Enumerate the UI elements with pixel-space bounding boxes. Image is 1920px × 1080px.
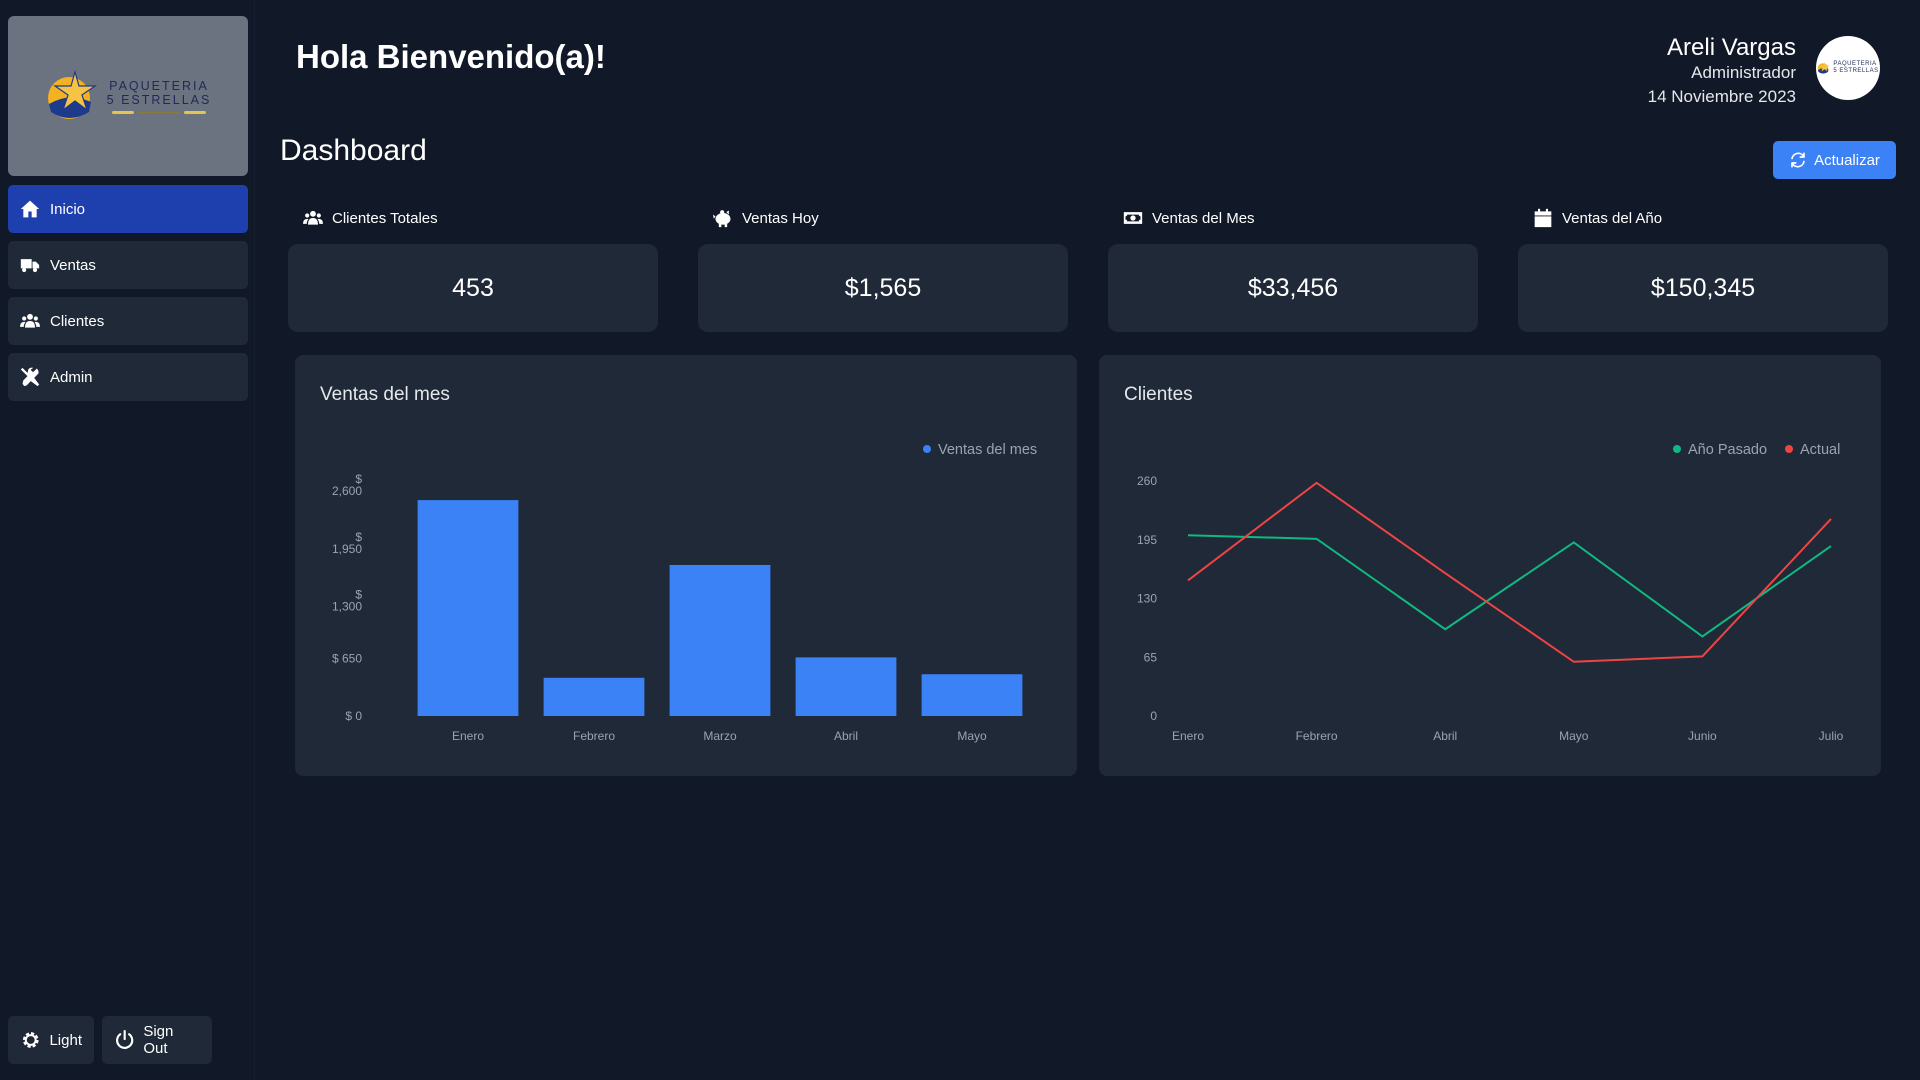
stat-label-ventas-hoy: Ventas Hoy — [713, 208, 819, 228]
avatar-logo-line1: PAQUETERIA — [1833, 61, 1877, 67]
money-bill-icon — [1123, 212, 1143, 224]
theme-toggle-button[interactable]: Light — [8, 1016, 94, 1064]
stat-label-text: Clientes Totales — [332, 209, 438, 227]
users-icon — [20, 313, 40, 328]
user-info: Areli Vargas Administrador 14 Noviembre … — [1648, 34, 1796, 110]
stat-label-ventas-del-mes: Ventas del Mes — [1123, 208, 1255, 228]
user-role: Administrador — [1691, 63, 1796, 82]
stat-value: $1,565 — [844, 273, 922, 302]
y-tick-label: 130 — [1137, 592, 1157, 606]
x-tick-label: Enero — [452, 729, 484, 743]
y-tick-label: $1,300 — [332, 588, 362, 614]
stat-label-clientes-totales: Clientes Totales — [303, 208, 438, 228]
avatar[interactable]: PAQUETERIA 5 ESTRELLAS — [1816, 36, 1880, 100]
star-logo-icon — [47, 69, 97, 119]
current-date: 14 Noviembre 2023 — [1647, 87, 1796, 106]
refresh-icon — [1791, 152, 1805, 168]
stat-card-ventas-del-mes: $33,456 — [1108, 244, 1478, 332]
sidebar-item-admin[interactable]: Admin — [8, 353, 248, 401]
sign-out-button[interactable]: Sign Out — [102, 1016, 212, 1064]
x-tick-label: Junio — [1688, 729, 1717, 743]
sidebar: PAQUETERIA 5 ESTRELLAS Inicio Ventas Cli… — [0, 0, 255, 1080]
x-tick-label: Abril — [834, 729, 858, 743]
sales-bar-chart: $ 0 $ 650 $ 1,300 $ 1,950 $ 2,600 Enero Febrero Ma… — [332, 442, 1037, 743]
sign-out-label: Sign Out — [143, 1023, 174, 1057]
stat-label-ventas-del-ano: Ventas del Año — [1533, 208, 1662, 228]
bar-abril — [795, 657, 897, 716]
gear-icon — [22, 1032, 39, 1048]
bar-marzo — [669, 564, 771, 716]
y-tick-label: $ 0 — [345, 709, 362, 723]
logo-line1: PAQUETERIA — [109, 78, 209, 93]
x-tick-label: Febrero — [573, 729, 615, 743]
legend-label: Ventas del mes — [938, 442, 1037, 458]
tools-icon — [20, 367, 40, 387]
stat-label-text: Ventas Hoy — [742, 209, 819, 227]
sidebar-item-label: Ventas — [50, 256, 96, 274]
x-tick-label: Mayo — [957, 729, 987, 743]
legend-label: Actual — [1800, 442, 1840, 458]
refresh-button-label: Actualizar — [1814, 151, 1880, 169]
y-tick-label: 0 — [1150, 709, 1157, 723]
x-tick-label: Julio — [1819, 729, 1844, 743]
legend-label: Año Pasado — [1688, 442, 1767, 458]
avatar-logo-line2: 5 ESTRELLAS — [1833, 68, 1879, 74]
x-tick-label: Febrero — [1296, 729, 1338, 743]
stat-card-clientes-totales: 453 — [288, 244, 658, 332]
x-tick-label: Mayo — [1559, 729, 1589, 743]
logo-line2: 5 ESTRELLAS — [106, 92, 212, 107]
y-tick-label: 195 — [1137, 533, 1157, 547]
home-icon — [20, 200, 40, 218]
calendar-icon — [1534, 208, 1552, 228]
sidebar-item-label: Clientes — [50, 312, 105, 330]
logo-underline — [112, 110, 206, 114]
stat-value: $33,456 — [1247, 273, 1339, 302]
legend-marker — [1673, 445, 1681, 453]
users-icon — [303, 210, 323, 225]
y-tick-label: $1,950 — [332, 530, 362, 556]
stat-value: 453 — [452, 273, 494, 302]
series-line-actual — [1187, 481, 1832, 663]
x-tick-label: Marzo — [703, 729, 737, 743]
stat-card-ventas-hoy: $1,565 — [698, 244, 1068, 332]
bar-enero — [417, 500, 519, 716]
sidebar-item-ventas[interactable]: Ventas — [8, 241, 248, 289]
truck-icon — [20, 259, 40, 273]
sidebar-item-inicio[interactable]: Inicio — [8, 185, 248, 233]
refresh-button[interactable]: Actualizar — [1773, 141, 1896, 179]
power-icon — [116, 1030, 134, 1049]
y-tick-label: 260 — [1137, 474, 1157, 488]
clients-chart-panel: Clientes 0 65 130 195 260 Enero Febrero Abril Ma… — [1099, 355, 1881, 776]
stat-card-ventas-del-ano: $150,345 — [1518, 244, 1888, 332]
theme-toggle-label: Light — [49, 1031, 82, 1049]
bar-febrero — [543, 677, 645, 716]
piggy-bank-icon — [713, 210, 731, 228]
user-name: Areli Vargas — [1667, 34, 1796, 61]
stat-label-text: Ventas del Mes — [1152, 209, 1255, 227]
x-tick-label: Enero — [1172, 729, 1204, 743]
y-tick-label: 65 — [1144, 650, 1158, 664]
page-title: Dashboard — [280, 134, 427, 167]
bar-mayo — [921, 674, 1023, 716]
x-tick-label: Abril — [1433, 729, 1457, 743]
stat-label-text: Ventas del Año — [1562, 209, 1663, 227]
sidebar-item-clientes[interactable]: Clientes — [8, 297, 248, 345]
legend-marker — [923, 445, 931, 453]
sidebar-item-label: Inicio — [50, 200, 86, 218]
clients-line-chart: 0 65 130 195 260 Enero Febrero Abril Mayo Junio Ju… — [1137, 442, 1844, 743]
y-tick-label: $ 650 — [332, 651, 362, 665]
greeting-heading: Hola Bienvenido(a)! — [296, 38, 606, 75]
sales-chart-panel: Ventas del mes $ 0 $ 650 $1,300 $1,950 $2,60… — [295, 355, 1077, 776]
legend-marker — [1785, 445, 1793, 453]
sidebar-item-label: Admin — [50, 368, 93, 386]
stat-value: $150,345 — [1650, 273, 1756, 302]
company-logo: PAQUETERIA 5 ESTRELLAS — [8, 16, 248, 176]
y-tick-label: $2,600 — [332, 472, 362, 498]
star-logo-icon — [1818, 62, 1830, 74]
